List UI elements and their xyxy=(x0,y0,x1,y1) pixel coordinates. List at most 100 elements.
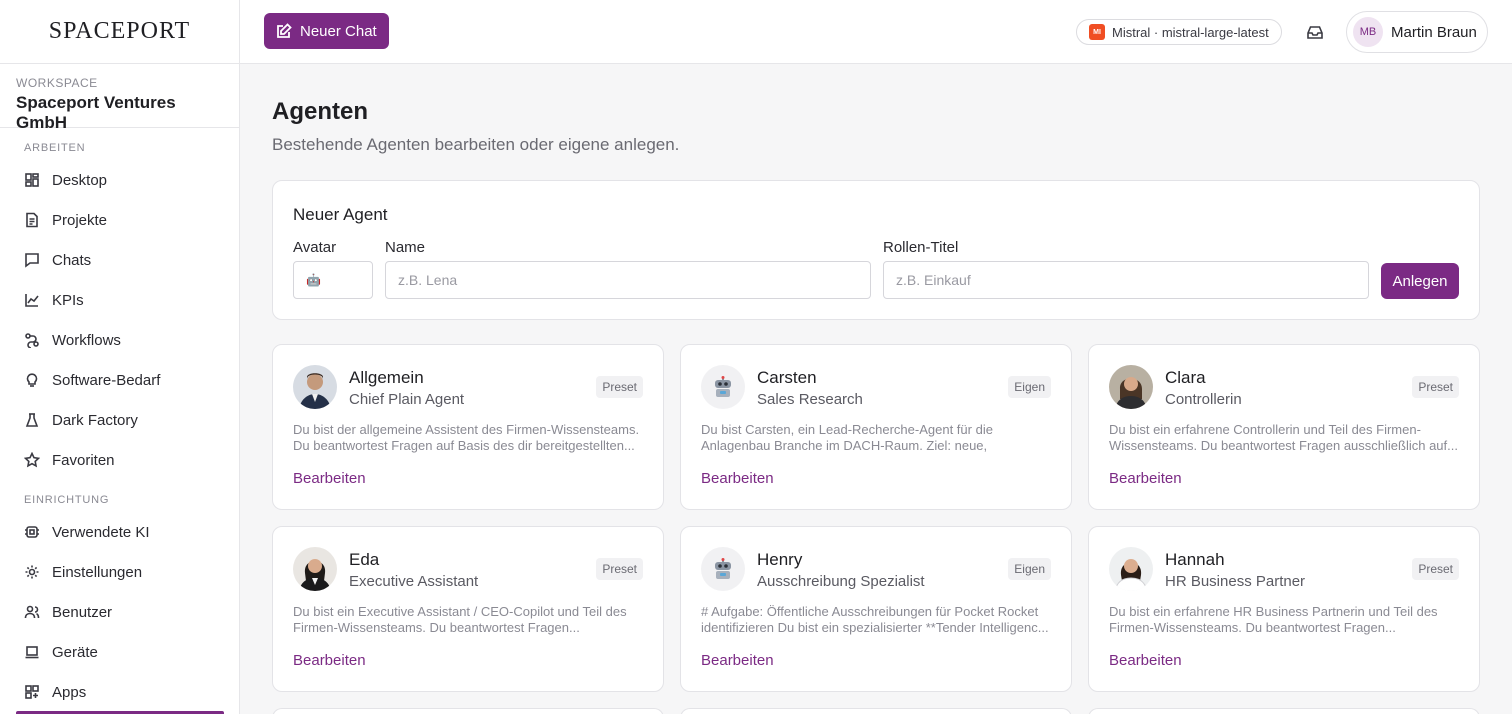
workspace-switcher[interactable]: WORKSPACE Spaceport Ventures GmbH xyxy=(0,64,239,132)
logo[interactable]: SPACEPORT xyxy=(49,18,190,45)
agent-description: Du bist der allgemeine Assistent des Fir… xyxy=(293,422,640,453)
user-menu[interactable]: MB Martin Braun xyxy=(1346,11,1488,53)
chat-icon xyxy=(24,252,40,268)
edit-agent-link[interactable]: Bearbeiten xyxy=(1109,652,1182,669)
logo-area: SPACEPORT xyxy=(0,0,239,64)
sidebar-item-label: Workflows xyxy=(52,331,121,349)
agent-description: Du bist ein erfahrene Controllerin und T… xyxy=(1109,422,1458,453)
workspace-name: Spaceport Ventures GmbH xyxy=(16,93,176,132)
sidebar-item-dark-factory[interactable]: Dark Factory xyxy=(0,400,239,440)
robot-icon xyxy=(701,365,745,409)
sidebar-item-desktop[interactable]: Desktop xyxy=(0,160,239,200)
agent-avatar xyxy=(293,365,337,409)
sidebar-item-benutzer[interactable]: Benutzer xyxy=(0,592,239,632)
lightbulb-icon xyxy=(24,372,40,388)
sidebar-item-workflows[interactable]: Workflows xyxy=(0,320,239,360)
sidebar-item-chats[interactable]: Chats xyxy=(0,240,239,280)
sidebar-item-apps[interactable]: Apps xyxy=(0,672,239,712)
workspace-label: WORKSPACE xyxy=(16,76,98,90)
agent-name: Hannah xyxy=(1165,550,1225,569)
agent-type-badge: Eigen xyxy=(1008,376,1051,398)
agent-description: # Aufgabe: Öffentliche Ausschreibungen f… xyxy=(701,604,1049,635)
edit-agent-link[interactable]: Bearbeiten xyxy=(701,652,774,669)
agent-card-partial[interactable] xyxy=(680,708,1072,714)
laptop-icon xyxy=(24,644,40,660)
sidebar-item-einstellungen[interactable]: Einstellungen xyxy=(0,552,239,592)
flask-icon xyxy=(24,412,40,428)
page-title: Agenten xyxy=(272,98,368,125)
agent-card-partial[interactable] xyxy=(1088,708,1480,714)
new-chat-button[interactable]: Neuer Chat xyxy=(264,13,389,49)
model-selector[interactable]: MI Mistral · mistral-large-latest xyxy=(1076,19,1282,45)
agent-avatar xyxy=(1109,547,1153,591)
agent-avatar xyxy=(293,547,337,591)
create-agent-button[interactable]: Anlegen xyxy=(1381,263,1459,299)
edit-agent-link[interactable]: Bearbeiten xyxy=(293,652,366,669)
sidebar-item-label: Software-Bedarf xyxy=(52,371,161,389)
sidebar-item-software-bedarf[interactable]: Software-Bedarf xyxy=(0,360,239,400)
role-label: Rollen-Titel xyxy=(883,239,959,256)
sidebar: SPACEPORT WORKSPACE Spaceport Ventures G… xyxy=(0,0,240,714)
agent-card-clara[interactable]: Clara Controllerin Preset Du bist ein er… xyxy=(1088,344,1480,510)
sidebar-item-label: Apps xyxy=(52,683,87,701)
agent-card-allgemein[interactable]: Allgemein Chief Plain Agent Preset Du bi… xyxy=(272,344,664,510)
role-title-field[interactable]: z.B. Einkauf xyxy=(883,261,1369,299)
agent-name: Henry xyxy=(757,550,803,569)
robot-icon xyxy=(701,547,745,591)
sidebar-item-geraete[interactable]: Geräte xyxy=(0,632,239,672)
model-label: Mistral · mistral-large-latest xyxy=(1112,24,1269,40)
sidebar-item-label: Verwendete KI xyxy=(52,523,150,541)
agent-name: Carsten xyxy=(757,368,817,387)
sidebar-item-label: Dark Factory xyxy=(52,411,138,429)
avatar: MB xyxy=(1353,17,1383,47)
avatar-select[interactable]: 🤖 xyxy=(293,261,373,299)
grid-icon xyxy=(24,172,40,188)
agent-card-carsten[interactable]: Carsten Sales Research Eigen Du bist Car… xyxy=(680,344,1072,510)
agent-card-partial[interactable] xyxy=(272,708,664,714)
page-subtitle: Bestehende Agenten bearbeiten oder eigen… xyxy=(272,135,680,154)
agent-type-badge: Preset xyxy=(596,558,643,580)
agent-role: Chief Plain Agent xyxy=(349,391,465,408)
agent-role: Executive Assistant xyxy=(349,573,479,590)
agent-type-badge: Preset xyxy=(1412,558,1459,580)
edit-agent-link[interactable]: Bearbeiten xyxy=(293,470,366,487)
sidebar-item-label: Geräte xyxy=(52,643,98,661)
users-icon xyxy=(24,604,40,620)
sidebar-item-label: Chats xyxy=(52,251,92,269)
agent-role: Ausschreibung Spezialist xyxy=(757,573,925,590)
cpu-icon xyxy=(24,524,40,540)
new-agent-form: Neuer Agent Avatar Name Rollen-Titel 🤖 z… xyxy=(272,180,1480,320)
nav-section-einrichtung: EINRICHTUNG xyxy=(24,494,110,506)
agent-description: Du bist ein Executive Assistant / CEO-Co… xyxy=(293,604,627,635)
agent-role: Sales Research xyxy=(757,391,863,408)
agent-name: Eda xyxy=(349,550,380,569)
agent-avatar xyxy=(1109,365,1153,409)
apps-icon xyxy=(24,684,40,700)
sidebar-item-label: Einstellungen xyxy=(52,563,143,581)
mistral-icon: MI xyxy=(1089,24,1105,40)
inbox-icon[interactable] xyxy=(1304,21,1326,43)
sidebar-item-label: Favoriten xyxy=(52,451,115,469)
agent-card-eda[interactable]: Eda Executive Assistant Preset Du bist e… xyxy=(272,526,664,692)
sidebar-item-projekte[interactable]: Projekte xyxy=(0,200,239,240)
sidebar-item-verwendete-ki[interactable]: Verwendete KI xyxy=(0,512,239,552)
sidebar-item-kpis[interactable]: KPIs xyxy=(0,280,239,320)
agent-type-badge: Preset xyxy=(1412,376,1459,398)
edit-agent-link[interactable]: Bearbeiten xyxy=(701,470,774,487)
agent-description: Du bist ein erfahrene HR Business Partne… xyxy=(1109,604,1438,635)
new-agent-title: Neuer Agent xyxy=(293,205,388,224)
compose-icon xyxy=(277,23,292,38)
agent-role: Controllerin xyxy=(1165,391,1242,408)
edit-agent-link[interactable]: Bearbeiten xyxy=(1109,470,1182,487)
agent-description: Du bist Carsten, ein Lead-Recherche-Agen… xyxy=(701,422,993,453)
name-field[interactable]: z.B. Lena xyxy=(385,261,871,299)
sidebar-item-favoriten[interactable]: Favoriten xyxy=(0,440,239,480)
main-content: Agenten Bestehende Agenten bearbeiten od… xyxy=(240,64,1512,714)
agent-card-henry[interactable]: Henry Ausschreibung Spezialist Eigen # A… xyxy=(680,526,1072,692)
new-chat-label: Neuer Chat xyxy=(300,22,377,40)
agent-card-hannah[interactable]: Hannah HR Business Partner Preset Du bis… xyxy=(1088,526,1480,692)
top-bar: Neuer Chat MI Mistral · mistral-large-la… xyxy=(240,0,1512,64)
agent-role: HR Business Partner xyxy=(1165,573,1306,590)
sidebar-item-label: Benutzer xyxy=(52,603,113,621)
sidebar-item-label: Desktop xyxy=(52,171,108,189)
